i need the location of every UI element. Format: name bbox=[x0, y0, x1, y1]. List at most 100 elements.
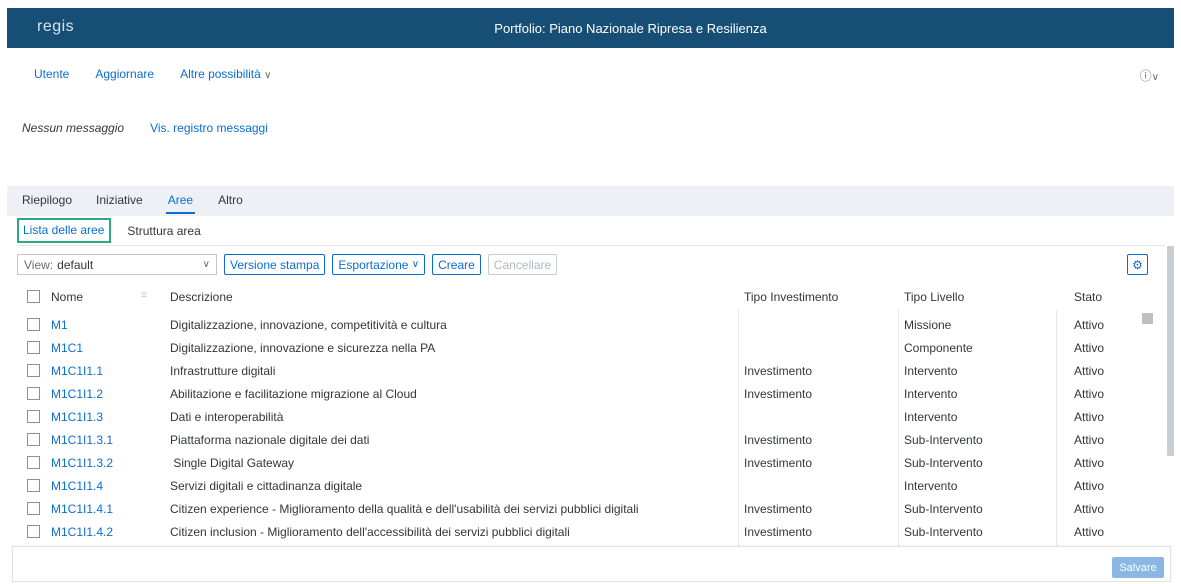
row-nome-link[interactable]: M1C1I1.4 bbox=[51, 479, 103, 493]
help-menu[interactable]: ⓘ∨ bbox=[1140, 67, 1159, 84]
row-stato: Attivo bbox=[1074, 341, 1105, 355]
column-header-nome[interactable]: Nome bbox=[51, 290, 83, 304]
view-value: default bbox=[57, 257, 94, 272]
table-row[interactable]: M1C1I1.4.1 Citizen experience - Migliora… bbox=[17, 497, 1147, 520]
row-stato: Attivo bbox=[1074, 502, 1105, 516]
row-tipo-investimento: Investimento bbox=[744, 387, 813, 401]
subtab-struttura-area[interactable]: Struttura area bbox=[127, 224, 200, 238]
row-tipo-livello: Intervento bbox=[904, 364, 958, 378]
tab-iniziative[interactable]: Iniziative bbox=[96, 193, 143, 207]
row-tipo-investimento: Investimento bbox=[744, 525, 813, 539]
row-nome-link[interactable]: M1C1I1.3 bbox=[51, 410, 103, 424]
subtab-lista-aree[interactable]: Lista delle aree bbox=[17, 218, 112, 243]
row-tipo-livello: Sub-Intervento bbox=[904, 502, 983, 516]
row-tipo-livello: Sub-Intervento bbox=[904, 433, 983, 447]
chevron-down-icon: ∨ bbox=[202, 259, 210, 270]
row-stato: Attivo bbox=[1074, 410, 1105, 424]
menu-aggiornare[interactable]: Aggiornare bbox=[95, 67, 154, 81]
row-descrizione: Citizen inclusion - Miglioramento dell'a… bbox=[170, 525, 570, 539]
view-label: View: bbox=[24, 257, 54, 272]
page-scrollbar[interactable] bbox=[1167, 246, 1174, 456]
row-stato: Attivo bbox=[1074, 387, 1105, 401]
row-descrizione: Digitalizzazione, innovazione, competiti… bbox=[170, 318, 447, 332]
row-nome-link[interactable]: M1C1I1.4.2 bbox=[51, 525, 113, 539]
row-nome-link[interactable]: M1C1I1.3.1 bbox=[51, 433, 113, 447]
menu-bar: Utente Aggiornare Altre possibilità ∨ bbox=[34, 67, 271, 81]
row-nome-link[interactable]: M1C1I1.2 bbox=[51, 387, 103, 401]
row-checkbox[interactable] bbox=[27, 364, 40, 377]
table-row[interactable]: M1C1I1.3.1 Piattaforma nazionale digital… bbox=[17, 428, 1147, 451]
table-row[interactable]: M1C1I1.3.2 Single Digital Gateway Invest… bbox=[17, 451, 1147, 474]
row-nome-link[interactable]: M1 bbox=[51, 318, 68, 332]
column-header-tipo-livello[interactable]: Tipo Livello bbox=[904, 290, 964, 304]
table-row[interactable]: M1C1I1.4.2 Citizen inclusion - Miglioram… bbox=[17, 520, 1147, 543]
gear-icon: ⚙ bbox=[1132, 257, 1143, 272]
row-descrizione: Servizi digitali e cittadinanza digitale bbox=[170, 479, 363, 493]
row-tipo-investimento: Investimento bbox=[744, 456, 813, 470]
print-version-button[interactable]: Versione stampa bbox=[224, 254, 326, 275]
row-stato: Attivo bbox=[1074, 364, 1105, 378]
shell-bar: regis Portfolio: Piano Nazionale Ripresa… bbox=[7, 8, 1174, 48]
menu-altre-possibilita[interactable]: Altre possibilità ∨ bbox=[180, 67, 271, 81]
row-tipo-livello: Intervento bbox=[904, 410, 958, 424]
row-descrizione: Abilitazione e facilitazione migrazione … bbox=[170, 387, 417, 401]
view-select[interactable]: View: default ∨ bbox=[17, 254, 217, 275]
row-tipo-livello: Sub-Intervento bbox=[904, 525, 983, 539]
row-tipo-investimento: Investimento bbox=[744, 433, 813, 447]
row-checkbox[interactable] bbox=[27, 479, 40, 492]
message-line: Nessun messaggio Vis. registro messaggi bbox=[22, 121, 268, 135]
table-scroll-thumb[interactable] bbox=[1142, 313, 1153, 324]
row-descrizione: Single Digital Gateway bbox=[170, 456, 295, 470]
table-row[interactable]: M1C1 Digitalizzazione, innovazione e sic… bbox=[17, 336, 1147, 359]
row-nome-link[interactable]: M1C1I1.1 bbox=[51, 364, 103, 378]
row-checkbox[interactable] bbox=[27, 387, 40, 400]
message-log-link[interactable]: Vis. registro messaggi bbox=[150, 121, 268, 135]
column-menu-icon[interactable]: ≡ bbox=[141, 290, 147, 301]
table-row[interactable]: M1C1I1.4 Servizi digitali e cittadinanza… bbox=[17, 474, 1147, 497]
row-nome-link[interactable]: M1C1I1.3.2 bbox=[51, 456, 113, 470]
table-row[interactable]: M1C1I1.3 Dati e interoperabilità Interve… bbox=[17, 405, 1147, 428]
delete-button[interactable]: Cancellare bbox=[487, 254, 558, 275]
row-checkbox[interactable] bbox=[27, 433, 40, 446]
chevron-down-icon: ∨ bbox=[411, 259, 420, 270]
row-stato: Attivo bbox=[1074, 525, 1105, 539]
row-tipo-livello: Componente bbox=[904, 341, 973, 355]
row-checkbox[interactable] bbox=[27, 318, 40, 331]
row-checkbox[interactable] bbox=[27, 410, 40, 423]
subtab-bar: Lista delle aree Struttura area bbox=[17, 218, 201, 243]
tab-riepilogo[interactable]: Riepilogo bbox=[22, 193, 72, 207]
row-checkbox[interactable] bbox=[27, 502, 40, 515]
row-checkbox[interactable] bbox=[27, 525, 40, 538]
chevron-down-icon: ∨ bbox=[264, 70, 272, 81]
save-button[interactable]: Salvare bbox=[1112, 557, 1164, 578]
column-header-descrizione[interactable]: Descrizione bbox=[170, 290, 233, 304]
table-row[interactable]: M1C1I1.1 Infrastrutture digitali Investi… bbox=[17, 359, 1147, 382]
column-header-tipo-investimento[interactable]: Tipo Investimento bbox=[744, 290, 838, 304]
row-tipo-investimento: Investimento bbox=[744, 502, 813, 516]
row-descrizione: Digitalizzazione, innovazione e sicurezz… bbox=[170, 341, 436, 355]
menu-utente[interactable]: Utente bbox=[34, 67, 69, 81]
export-button[interactable]: Esportazione ∨ bbox=[332, 254, 426, 275]
create-button[interactable]: Creare bbox=[432, 254, 481, 275]
column-header-stato[interactable]: Stato bbox=[1074, 290, 1102, 304]
table-row[interactable]: M1C1I1.2 Abilitazione e facilitazione mi… bbox=[17, 382, 1147, 405]
help-icon: ⓘ bbox=[1139, 69, 1152, 83]
table-row[interactable]: M1 Digitalizzazione, innovazione, compet… bbox=[17, 313, 1147, 336]
tab-aree[interactable]: Aree bbox=[165, 193, 196, 214]
row-tipo-livello: Intervento bbox=[904, 479, 958, 493]
row-descrizione: Infrastrutture digitali bbox=[170, 364, 276, 378]
chevron-down-icon: ∨ bbox=[1151, 72, 1159, 83]
row-tipo-livello: Sub-Intervento bbox=[904, 456, 983, 470]
row-checkbox[interactable] bbox=[27, 341, 40, 354]
row-stato: Attivo bbox=[1074, 479, 1105, 493]
page-title: Portfolio: Piano Nazionale Ripresa e Res… bbox=[494, 21, 767, 36]
row-nome-link[interactable]: M1C1 bbox=[51, 341, 83, 355]
row-tipo-livello: Missione bbox=[904, 318, 952, 332]
row-checkbox[interactable] bbox=[27, 456, 40, 469]
table-header: Nome ≡ Descrizione Tipo Investimento Tip… bbox=[17, 286, 1147, 308]
row-stato: Attivo bbox=[1074, 433, 1105, 447]
table-settings-button[interactable]: ⚙ bbox=[1127, 254, 1148, 275]
select-all-checkbox[interactable] bbox=[27, 290, 40, 303]
row-nome-link[interactable]: M1C1I1.4.1 bbox=[51, 502, 113, 516]
tab-altro[interactable]: Altro bbox=[218, 193, 243, 207]
